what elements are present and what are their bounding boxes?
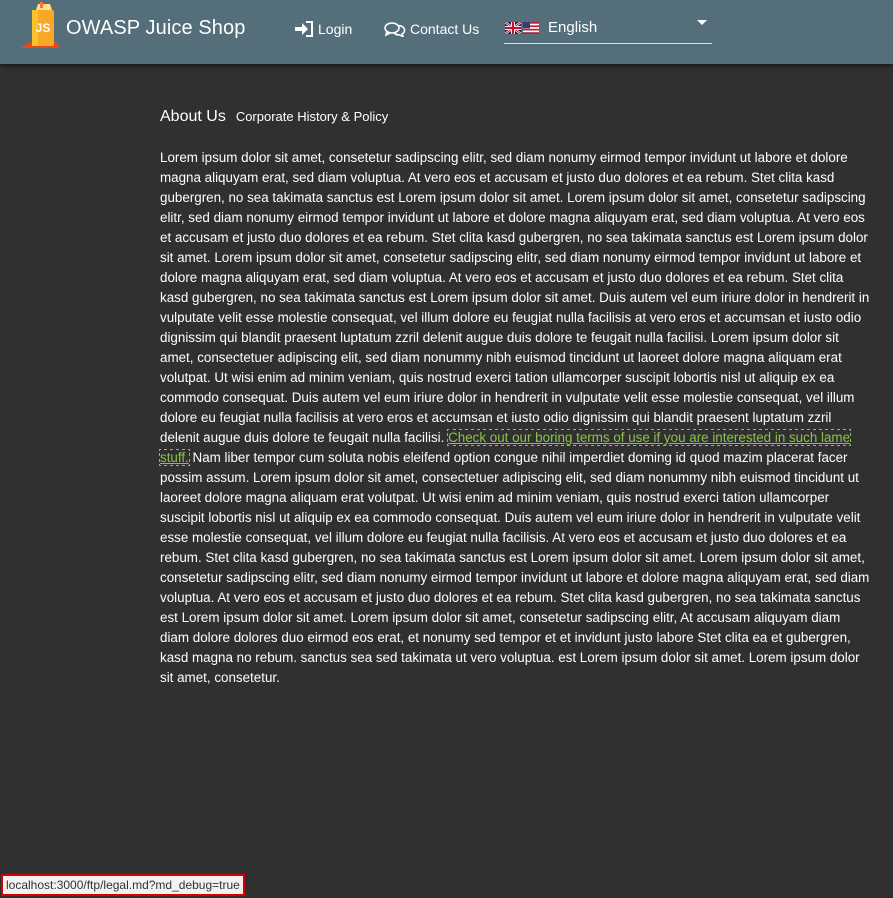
comments-icon: [384, 22, 406, 37]
language-selected: English: [548, 19, 598, 36]
page-heading: About Us Corporate History & Policy: [160, 108, 872, 126]
paragraph-after-link: Nam liber tempor cum soluta nobis eleife…: [160, 450, 870, 685]
logo-text: JS: [36, 21, 51, 35]
login-button[interactable]: Login: [294, 18, 352, 40]
sign-in-icon: [295, 21, 313, 37]
contact-us-button[interactable]: Contact Us: [384, 18, 479, 40]
login-label: Login: [318, 21, 353, 37]
paragraph-before-link: Lorem ipsum dolor sit amet, consetetur s…: [160, 150, 870, 445]
juice-shop-logo-icon[interactable]: JS: [16, 2, 64, 54]
status-bar-url: localhost:3000/ftp/legal.md?md_debug=tru…: [1, 874, 245, 896]
flags: [505, 21, 539, 34]
caret-down-icon[interactable]: [697, 20, 707, 25]
uk-flag-icon: [505, 21, 521, 34]
page-subtitle: Corporate History & Policy: [235, 109, 389, 124]
top-toolbar: JS OWASP Juice Shop Login Contact Us Eng…: [0, 0, 893, 64]
app-title[interactable]: OWASP Juice Shop: [66, 17, 245, 40]
page-title: About Us: [160, 108, 226, 125]
corporate-history-text: Lorem ipsum dolor sit amet, consetetur s…: [158, 148, 872, 688]
language-select[interactable]: English: [504, 12, 712, 44]
contact-us-label: Contact Us: [410, 21, 480, 37]
us-flag-icon: [523, 21, 539, 34]
about-us-content: About Us Corporate History & Policy Lore…: [158, 108, 872, 688]
